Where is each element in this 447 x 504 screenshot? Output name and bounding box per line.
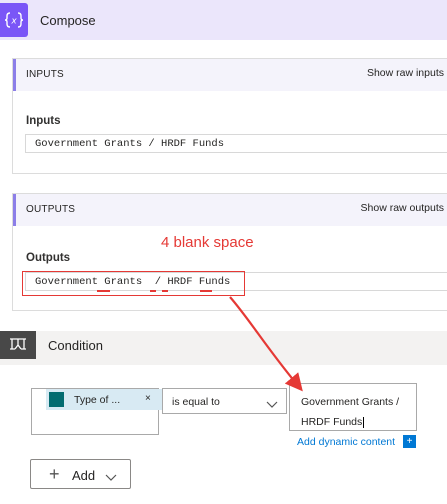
- inputs-label: Inputs: [26, 115, 61, 127]
- svg-text:x: x: [10, 17, 17, 27]
- right-operand-line2: HRDF Funds: [301, 412, 416, 432]
- inputs-section-header: INPUTS Show raw inputs: [13, 59, 447, 91]
- compose-action-header[interactable]: x Compose: [0, 0, 447, 40]
- condition-right-operand[interactable]: Government Grants / HRDF Funds: [289, 383, 417, 431]
- inputs-section: INPUTS Show raw inputs Inputs Government…: [12, 58, 447, 174]
- outputs-section-header: OUTPUTS Show raw outputs: [13, 194, 447, 226]
- add-button-label: Add: [72, 468, 96, 483]
- add-dynamic-content-plus-icon[interactable]: +: [403, 435, 416, 448]
- blank-space-marker: [150, 290, 156, 292]
- sharepoint-icon: [49, 392, 64, 407]
- condition-operator-select[interactable]: is equal to: [162, 388, 287, 414]
- right-operand-line2-text: HRDF Funds: [301, 416, 363, 428]
- show-raw-inputs-link[interactable]: Show raw inputs: [367, 67, 444, 79]
- add-dynamic-content-link[interactable]: Add dynamic content: [297, 436, 395, 448]
- right-operand-line1: Government Grants /: [301, 396, 400, 408]
- blank-space-annotation: 4 blank space: [161, 234, 254, 251]
- outputs-section-title: OUTPUTS: [26, 204, 76, 215]
- curly-braces-icon: x: [0, 3, 28, 37]
- token-label: Type of ...: [74, 394, 121, 406]
- text-caret: [363, 416, 365, 428]
- condition-left-operand[interactable]: Type of ... ×: [31, 388, 163, 435]
- blank-space-marker: [97, 290, 110, 292]
- inputs-section-title: INPUTS: [26, 69, 64, 80]
- plus-icon: +: [49, 464, 60, 484]
- inputs-value: Government Grants / HRDF Funds: [25, 134, 447, 153]
- dynamic-content-token[interactable]: Type of ... ×: [46, 389, 163, 410]
- compose-title: Compose: [40, 13, 96, 28]
- operator-selected-value: is equal to: [172, 396, 220, 408]
- show-raw-outputs-link[interactable]: Show raw outputs: [361, 202, 444, 214]
- chevron-down-icon: [266, 396, 278, 414]
- outputs-label: Outputs: [26, 252, 71, 264]
- add-button[interactable]: + Add: [30, 459, 131, 489]
- condition-title: Condition: [48, 338, 103, 353]
- close-icon[interactable]: ×: [145, 393, 151, 404]
- blank-space-marker: [162, 290, 168, 292]
- output-highlight-box: [22, 271, 245, 296]
- condition-action-header[interactable]: Condition: [0, 331, 447, 365]
- condition-icon: [0, 331, 36, 359]
- chevron-down-icon: [105, 470, 117, 485]
- blank-space-marker: [200, 290, 212, 292]
